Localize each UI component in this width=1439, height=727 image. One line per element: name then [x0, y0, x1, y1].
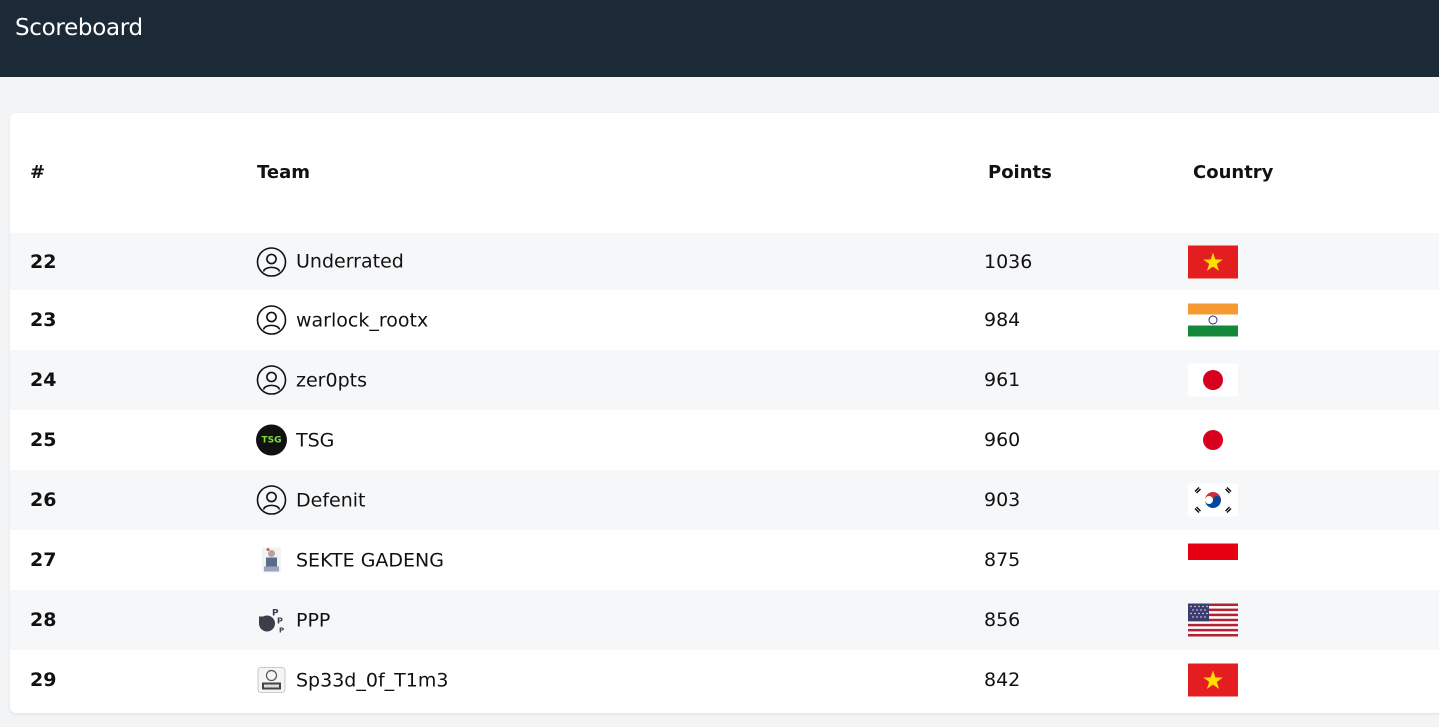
team-name-link[interactable]: Defenit	[296, 489, 365, 511]
col-points-header: Points	[988, 162, 1052, 183]
svg-text:P: P	[277, 617, 283, 626]
col-country-header: Country	[1193, 162, 1274, 183]
points-cell: 842	[984, 669, 1021, 691]
points-cell: 960	[984, 429, 1021, 451]
team-cell[interactable]: TSG TSG	[256, 424, 334, 456]
user-circle-icon	[256, 305, 287, 336]
col-rank-header: #	[30, 162, 46, 183]
rank-cell: 24	[30, 369, 57, 391]
user-circle-icon	[256, 485, 287, 516]
page-title[interactable]: Scoreboard	[15, 15, 143, 41]
rank-cell: 29	[30, 669, 57, 691]
col-team-header: Team	[257, 162, 310, 183]
table-body: 22 Underrated 1036 23 warlock_rootx 984	[10, 233, 1439, 710]
rank-cell: 22	[30, 250, 57, 273]
team-cell[interactable]: Sp33d_0f_T1m3	[256, 665, 448, 696]
scoreboard-card: # Team Points Country 22 Underrated 1036…	[10, 113, 1439, 713]
table-row[interactable]: 27 SEKTE GADENG 875	[10, 530, 1439, 590]
table-row[interactable]: 22 Underrated 1036	[10, 233, 1439, 290]
team-name-link[interactable]: Sp33d_0f_T1m3	[296, 669, 448, 691]
rank-cell: 27	[30, 549, 57, 571]
points-cell: 961	[984, 369, 1021, 391]
uit-logo-icon	[256, 665, 287, 696]
rank-cell: 28	[30, 609, 57, 631]
team-name-link[interactable]: Underrated	[296, 251, 404, 273]
team-cell[interactable]: Defenit	[256, 485, 365, 516]
team-cell[interactable]: zer0pts	[256, 365, 367, 396]
points-cell: 903	[984, 489, 1021, 511]
team-cell[interactable]: Underrated	[256, 246, 404, 277]
ppp-logo-icon: PPP	[256, 605, 287, 636]
india-flag-icon	[1188, 303, 1238, 337]
table-row[interactable]: 26 Defenit 903	[10, 470, 1439, 530]
usa-flag-icon	[1188, 603, 1238, 637]
points-cell: 984	[984, 309, 1021, 331]
team-name-link[interactable]: warlock_rootx	[296, 309, 428, 331]
team-name-link[interactable]: SEKTE GADENG	[296, 549, 444, 571]
table-row[interactable]: 23 warlock_rootx 984	[10, 290, 1439, 350]
team-cell[interactable]: SEKTE GADENG	[256, 545, 444, 576]
table-row[interactable]: 28 PPP PPP 856	[10, 590, 1439, 650]
user-circle-icon	[256, 246, 287, 277]
team-name-link[interactable]: TSG	[296, 429, 334, 451]
user-circle-icon	[256, 365, 287, 396]
table-row[interactable]: 29 Sp33d_0f_T1m3 842	[10, 650, 1439, 710]
japan-flag-icon	[1188, 363, 1238, 397]
svg-text:P: P	[279, 627, 284, 635]
indonesia-flag-icon	[1188, 543, 1238, 577]
vietnam-flag-icon	[1188, 663, 1238, 697]
vietnam-flag-icon	[1188, 245, 1238, 278]
south-korea-flag-icon	[1188, 483, 1238, 517]
team-logo-icon	[256, 545, 287, 576]
rank-cell: 26	[30, 489, 57, 511]
points-cell: 1036	[984, 250, 1033, 273]
team-cell[interactable]: warlock_rootx	[256, 305, 428, 336]
rank-cell: 25	[30, 429, 57, 451]
japan-flag-icon	[1188, 423, 1238, 457]
points-cell: 856	[984, 609, 1021, 631]
rank-cell: 23	[30, 309, 57, 331]
team-cell[interactable]: PPP PPP	[256, 605, 330, 636]
tsg-logo-icon: TSG	[256, 424, 287, 456]
table-row[interactable]: 25 TSG TSG 960	[10, 410, 1439, 470]
points-cell: 875	[984, 549, 1021, 571]
top-navbar: Scoreboard	[0, 0, 1439, 77]
team-name-link[interactable]: zer0pts	[296, 369, 367, 391]
table-header: # Team Points Country	[10, 113, 1439, 233]
team-name-link[interactable]: PPP	[296, 609, 330, 631]
table-row[interactable]: 24 zer0pts 961	[10, 350, 1439, 410]
